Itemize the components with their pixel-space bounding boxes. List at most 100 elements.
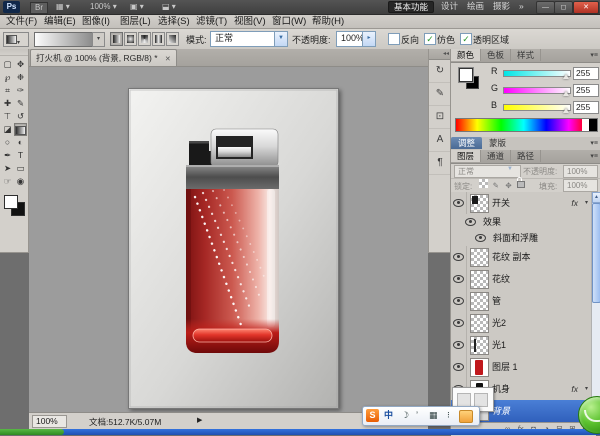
red-slider[interactable] xyxy=(503,70,571,77)
eyedropper-tool[interactable]: ✑ xyxy=(14,84,27,97)
moon-icon[interactable]: ☽ xyxy=(401,409,409,422)
path-selection-tool[interactable]: ➤ xyxy=(1,162,14,175)
scrollbar-thumb[interactable] xyxy=(592,203,600,303)
linear-gradient-button[interactable] xyxy=(110,32,123,46)
layer-thumbnail[interactable] xyxy=(470,358,489,377)
reflected-gradient-button[interactable] xyxy=(152,32,165,46)
move-tool[interactable]: ✥ xyxy=(14,58,27,71)
tab-channels[interactable]: 通道 xyxy=(481,150,511,162)
visibility-toggle[interactable] xyxy=(451,246,467,268)
menu-image[interactable]: 图像(I) xyxy=(78,15,114,28)
status-zoom-field[interactable]: 100% xyxy=(32,415,67,428)
diamond-gradient-button[interactable] xyxy=(166,32,179,46)
blue-slider[interactable] xyxy=(503,104,571,111)
soft-keyboard-icon[interactable]: ▦ xyxy=(429,409,438,422)
tool-preset-picker[interactable]: ▾ xyxy=(3,32,29,47)
layer-row-pattern-copy[interactable]: 花纹 副本 xyxy=(451,246,592,269)
fx-collapse-icon[interactable]: ▾ xyxy=(585,192,588,214)
dither-checkbox[interactable]: ✓ xyxy=(424,33,436,45)
start-button[interactable] xyxy=(0,429,64,435)
layer-row-light2[interactable]: 光2 xyxy=(451,312,592,335)
layer-thumbnail[interactable] xyxy=(470,292,489,311)
green-value-field[interactable]: 255 xyxy=(573,84,599,97)
fill-field[interactable]: 100% xyxy=(563,179,598,192)
tab-adjustments[interactable]: 调整 xyxy=(451,137,482,149)
blue-slider-knob[interactable] xyxy=(563,108,569,113)
close-button[interactable]: ✕ xyxy=(573,1,599,14)
appbar-zoom-level[interactable]: 100% ▾ xyxy=(90,2,117,12)
green-slider-knob[interactable] xyxy=(563,91,569,96)
blur-tool[interactable]: ○ xyxy=(1,136,14,149)
chevron-down-icon[interactable]: ▼ xyxy=(274,32,287,46)
fx-badge[interactable]: fx xyxy=(571,192,578,214)
quick-selection-tool[interactable]: ❉ xyxy=(14,71,27,84)
tab-color[interactable]: 颜色 xyxy=(451,49,481,61)
healing-brush-tool[interactable]: ✚ xyxy=(1,97,14,110)
popup-icon[interactable] xyxy=(457,393,471,407)
layer-thumbnail[interactable] xyxy=(470,270,489,289)
minimize-button[interactable]: — xyxy=(536,1,555,14)
spin-arrow-icon[interactable]: ▸ xyxy=(362,32,375,46)
reverse-checkbox[interactable] xyxy=(388,33,400,45)
layer-row-light1[interactable]: 光1 xyxy=(451,334,592,357)
fx-badge[interactable]: fx xyxy=(571,378,578,400)
menu-window[interactable]: 窗口(W) xyxy=(268,15,310,28)
gradient-picker-arrow[interactable]: ▾ xyxy=(92,32,105,47)
popup-icon[interactable] xyxy=(474,393,488,407)
layer-row-tube[interactable]: 管 xyxy=(451,290,592,313)
black-swatch[interactable] xyxy=(589,119,597,131)
windows-taskbar[interactable] xyxy=(0,429,600,435)
zoom-tool[interactable]: ◉ xyxy=(14,175,27,188)
history-panel-icon[interactable]: ↻ xyxy=(429,60,451,83)
menu-filter[interactable]: 滤镜(T) xyxy=(192,15,231,28)
red-slider-knob[interactable] xyxy=(563,74,569,79)
status-arrow-icon[interactable]: ▶ xyxy=(197,416,202,424)
visibility-toggle[interactable] xyxy=(451,192,467,214)
brush-panel-icon[interactable]: ✎ xyxy=(429,83,451,106)
transparency-checkbox[interactable]: ✓ xyxy=(460,33,472,45)
foreground-color-swatch[interactable] xyxy=(4,195,18,209)
toolbox-grip[interactable] xyxy=(0,49,28,56)
bevel-emboss-row[interactable]: 斜面和浮雕 xyxy=(451,230,592,247)
document-tab[interactable]: 打火机 @ 100% (背景, RGB/8) * ✕ xyxy=(30,49,177,66)
visibility-toggle[interactable] xyxy=(451,268,467,290)
green-slider[interactable] xyxy=(503,87,571,94)
clone-stamp-tool[interactable]: ⊤ xyxy=(1,110,14,123)
menu-view[interactable]: 视图(V) xyxy=(230,15,270,28)
crop-tool[interactable]: ⌗ xyxy=(1,84,14,97)
red-value-field[interactable]: 255 xyxy=(573,67,599,80)
layer-thumbnail[interactable] xyxy=(470,248,489,267)
layer-thumbnail[interactable] xyxy=(470,314,489,333)
tab-paths[interactable]: 路径 xyxy=(511,150,541,162)
brush-tool[interactable]: ✎ xyxy=(14,97,27,110)
panel-menu-icon[interactable]: ▾≡ xyxy=(590,51,598,59)
bridge-launch-icon[interactable]: Br xyxy=(30,2,48,14)
angle-gradient-button[interactable] xyxy=(138,32,151,46)
white-swatch[interactable] xyxy=(582,119,589,131)
layer-thumbnail[interactable] xyxy=(470,336,489,355)
scroll-up-icon[interactable]: ▲ xyxy=(592,192,600,203)
rectangular-marquee-tool[interactable]: ▢ xyxy=(1,58,14,71)
tab-masks[interactable]: 蒙版 xyxy=(482,137,513,149)
collapse-dock-icon[interactable]: ◂◂ xyxy=(429,49,451,60)
workspace-basic-button[interactable]: 基本功能 xyxy=(388,1,434,13)
menu-edit[interactable]: 编辑(E) xyxy=(40,15,80,28)
visibility-toggle[interactable] xyxy=(451,290,467,312)
lock-position-icon[interactable]: ✥ xyxy=(504,181,514,190)
layer-row-pattern[interactable]: 花纹 xyxy=(451,268,592,291)
menu-help[interactable]: 帮助(H) xyxy=(308,15,348,28)
lasso-tool[interactable]: ℘ xyxy=(1,71,14,84)
view-extras-icon[interactable]: ▦ ▾ xyxy=(56,2,70,12)
history-brush-tool[interactable]: ↺ xyxy=(14,110,27,123)
tab-styles[interactable]: 样式 xyxy=(511,49,541,61)
restore-button[interactable]: ◻ xyxy=(554,1,573,14)
lock-transparency-icon[interactable] xyxy=(479,179,488,188)
gradient-preview[interactable] xyxy=(34,32,94,47)
radial-gradient-button[interactable] xyxy=(124,32,137,46)
layer-opacity-field[interactable]: 100% xyxy=(563,165,598,178)
screen-mode-icon[interactable]: ⬓ ▾ xyxy=(162,2,176,12)
punctuation-icon[interactable]: ’ xyxy=(416,409,418,422)
workspace-overflow-button[interactable]: » xyxy=(514,1,529,12)
type-tool[interactable]: T xyxy=(14,149,27,162)
hand-tool[interactable]: ☞ xyxy=(1,175,14,188)
